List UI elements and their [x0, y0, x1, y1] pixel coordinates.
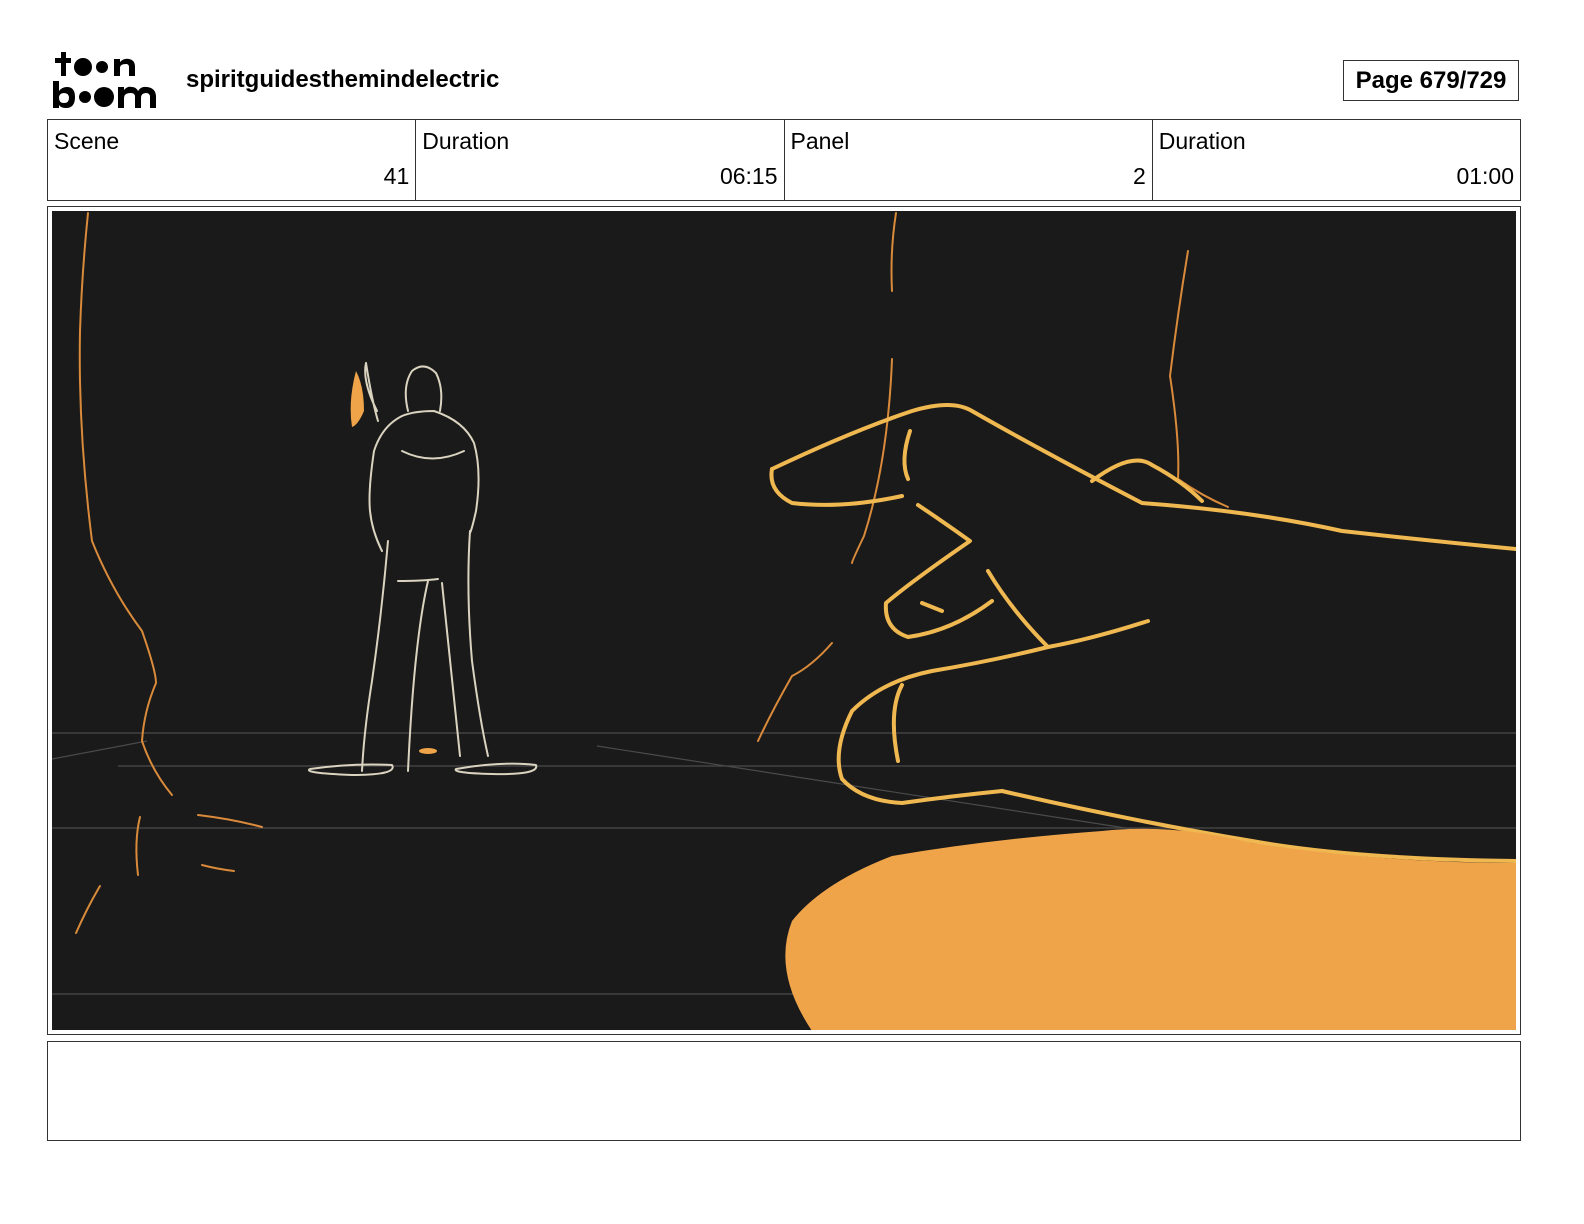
panel-cell: Panel 2 — [785, 120, 1153, 200]
panel-duration-cell: Duration 01:00 — [1153, 120, 1520, 200]
scene-duration-label: Duration — [422, 128, 510, 154]
toonboom-logo — [52, 50, 162, 112]
scene-label: Scene — [54, 128, 120, 154]
scene-cell: Scene 41 — [48, 120, 417, 200]
scene-duration-value: 06:15 — [719, 163, 778, 189]
panel-label: Panel — [790, 128, 850, 154]
panel-duration-value: 01:00 — [1456, 163, 1514, 189]
panel-duration-label: Duration — [1158, 128, 1246, 154]
panel-notes-box — [47, 1041, 1521, 1141]
panel-frame — [47, 206, 1521, 1035]
storyboard-panel-image — [52, 211, 1516, 1030]
scene-duration-cell: Duration 06:15 — [416, 120, 785, 200]
scene-info-row: Scene 41 Duration 06:15 Panel 2 Duration… — [47, 119, 1521, 201]
scene-value: 41 — [383, 163, 410, 189]
page-indicator: Page 679/729 — [1343, 60, 1519, 101]
panel-value: 2 — [1132, 163, 1146, 189]
project-title: spiritguidesthemindelectric — [186, 66, 500, 93]
